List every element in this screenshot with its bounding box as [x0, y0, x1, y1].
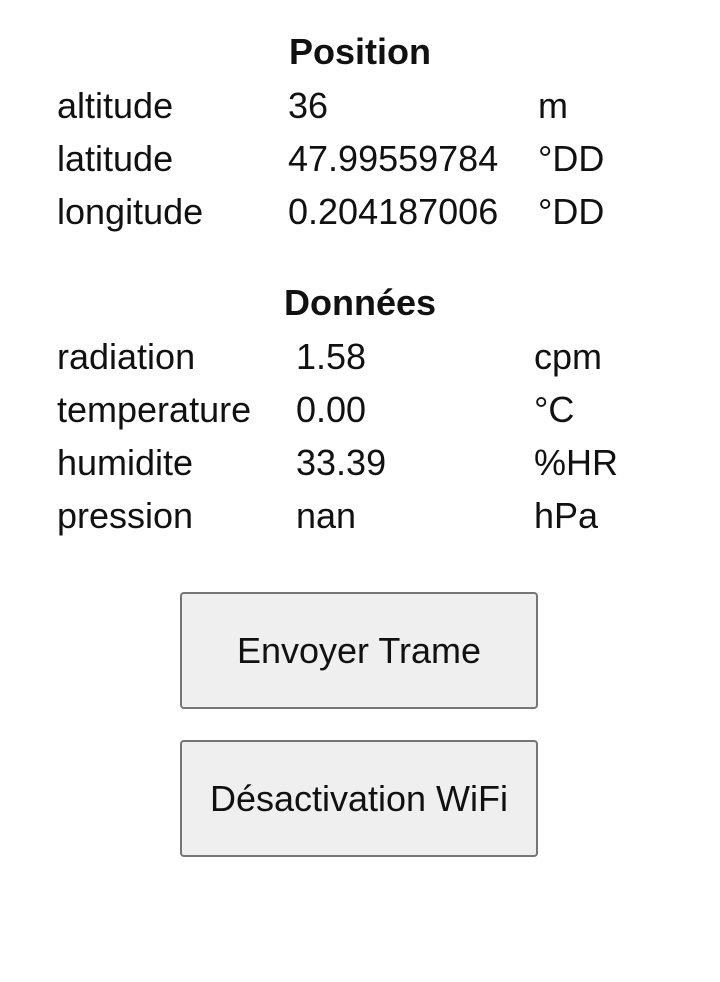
humidite-label: humidite — [57, 442, 194, 483]
latitude-value: 47.99559784 — [288, 138, 499, 179]
donnees-row-radiation: radiation 1.58 cpm — [0, 337, 720, 390]
donnees-row-pression: pression nan hPa — [0, 496, 720, 549]
disable-wifi-button[interactable]: Désactivation WiFi — [180, 740, 538, 857]
humidite-unit: %HR — [534, 442, 619, 483]
humidite-value: 33.39 — [296, 442, 387, 483]
longitude-value: 0.204187006 — [288, 191, 499, 232]
temperature-label: temperature — [57, 389, 252, 430]
donnees-section-title: Données — [283, 282, 437, 323]
send-frame-button[interactable]: Envoyer Trame — [180, 592, 538, 709]
position-section-title: Position — [289, 31, 431, 72]
radiation-label: radiation — [57, 336, 196, 377]
latitude-label: latitude — [57, 138, 174, 179]
pression-value: nan — [296, 495, 357, 536]
altitude-label: altitude — [57, 85, 174, 126]
altitude-value: 36 — [288, 85, 329, 126]
position-row-latitude: latitude 47.99559784 °DD — [0, 139, 720, 192]
temperature-unit: °C — [534, 389, 575, 430]
position-row-altitude: altitude 36 m — [0, 86, 720, 139]
donnees-row-temperature: temperature 0.00 °C — [0, 390, 720, 443]
longitude-unit: °DD — [538, 191, 605, 232]
pression-label: pression — [57, 495, 194, 536]
donnees-row-humidite: humidite 33.39 %HR — [0, 443, 720, 496]
position-row-longitude: longitude 0.204187006 °DD — [0, 192, 720, 245]
pression-unit: hPa — [534, 495, 599, 536]
latitude-unit: °DD — [538, 138, 605, 179]
temperature-value: 0.00 — [296, 389, 367, 430]
altitude-unit: m — [538, 85, 568, 126]
radiation-unit: cpm — [534, 336, 603, 377]
longitude-label: longitude — [57, 191, 204, 232]
radiation-value: 1.58 — [296, 336, 367, 377]
